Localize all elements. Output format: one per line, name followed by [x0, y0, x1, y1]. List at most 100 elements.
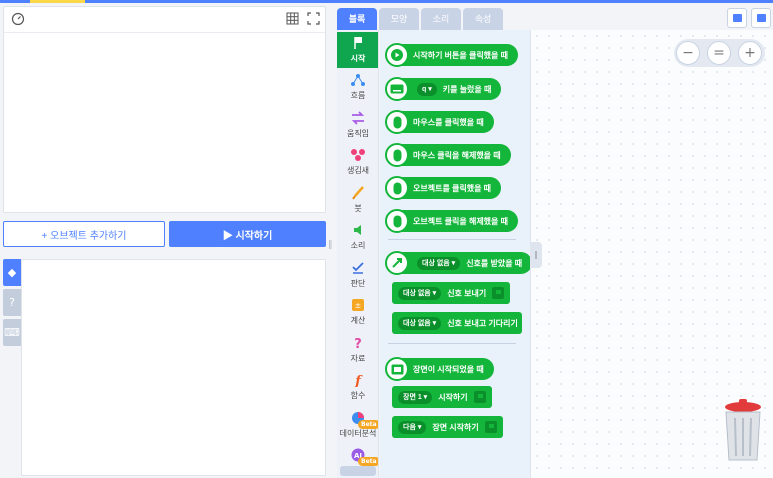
block-when-object-clicked[interactable]: 오브젝트를 클릭했을 때: [385, 176, 502, 200]
top-accent-bar: [0, 0, 773, 3]
top-accent-segment: [30, 0, 85, 3]
scene-icon: [385, 357, 409, 381]
mouse-icon: [385, 143, 409, 167]
block-palette[interactable]: 시작하기 버튼을 클릭했을 때 q ▾ 키를 눌렀을 때 마우스를 클릭했을 때…: [380, 30, 530, 478]
block-when-key-pressed[interactable]: q ▾ 키를 눌렀을 때: [385, 77, 502, 101]
help-icon[interactable]: ?: [3, 289, 21, 316]
block-when-object-released[interactable]: 오브젝트 클릭을 해제했을 때: [385, 209, 518, 233]
block-text: 장면 시작하기: [432, 422, 479, 432]
trash-can-icon[interactable]: [720, 398, 766, 464]
block-category-list: 시작 흐름 움직임 생김새 붓 소리 판단 ± 계산 ? 자료 f 함수 Bet…: [337, 30, 379, 478]
add-object-button[interactable]: + 오브젝트 추가하기: [3, 221, 165, 247]
category-label: 시작: [350, 54, 366, 63]
category-label: 소리: [350, 241, 366, 250]
comment-icon: [733, 14, 742, 22]
block-text: 마우스 클릭을 해제했을 때: [413, 150, 501, 160]
key-dropdown[interactable]: q ▾: [417, 82, 437, 96]
category-label: 생김새: [346, 166, 370, 175]
next-scene-dropdown-value: 다음: [403, 423, 416, 431]
block-when-mouse-released[interactable]: 마우스 클릭을 해제했을 때: [385, 143, 511, 167]
category-label: 흐름: [350, 91, 366, 100]
stage-panel[interactable]: [3, 6, 326, 213]
play-icon: [385, 43, 409, 67]
block-text: 오브젝트 클릭을 해제했을 때: [413, 216, 508, 226]
block-start-scene[interactable]: 장면 1 ▾ 시작하기: [392, 386, 492, 408]
category-sound[interactable]: 소리: [337, 219, 378, 255]
flag-icon: [492, 287, 505, 299]
mouse-icon: [385, 209, 409, 233]
tab-blocks[interactable]: 블록: [337, 8, 377, 30]
grid-icon[interactable]: [284, 12, 300, 28]
calculator-icon: ±: [352, 299, 364, 311]
block-when-scene-started[interactable]: 장면이 시작되었을 때: [385, 357, 494, 381]
svg-text:±: ±: [355, 301, 362, 310]
signal-dropdown[interactable]: 대상 없음 ▾: [417, 256, 461, 270]
block-text: 신호를 받았을 때: [466, 258, 523, 268]
category-scrollbar[interactable]: [340, 466, 376, 476]
category-label: 계산: [350, 316, 366, 325]
comment-button[interactable]: [727, 8, 747, 28]
next-scene-dropdown[interactable]: 다음 ▾: [398, 420, 427, 434]
tab-sounds[interactable]: 소리: [421, 8, 461, 30]
flag-icon: [484, 421, 497, 433]
mouse-icon: [385, 110, 409, 134]
block-send-signal-wait[interactable]: 대상 없음 ▾ 신호 보내고 기다리기: [392, 312, 522, 334]
category-flow[interactable]: 흐름: [337, 69, 378, 105]
keyboard-icon: [385, 77, 409, 101]
block-when-start-clicked[interactable]: 시작하기 버튼을 클릭했을 때: [385, 43, 518, 67]
category-judgement[interactable]: 판단: [337, 257, 378, 293]
scene-dropdown[interactable]: 장면 1 ▾: [398, 390, 433, 404]
app-root: + 오브젝트 추가하기 ▶ 시작하기 ‖ ◆ ? ⌨ 블록 모양 소리 속성 시…: [0, 0, 773, 478]
category-calculation[interactable]: ± 계산: [337, 294, 378, 330]
start-button[interactable]: ▶ 시작하기: [169, 221, 326, 247]
object-list-panel[interactable]: [21, 259, 326, 476]
panel-splitter-handle[interactable]: ‖: [328, 238, 333, 252]
block-send-signal[interactable]: 대상 없음 ▾ 신호 보내기: [392, 282, 511, 304]
category-label: 자료: [350, 354, 366, 363]
scene-dropdown-value: 장면 1: [403, 393, 422, 401]
block-start-next-scene[interactable]: 다음 ▾ 장면 시작하기: [392, 416, 503, 438]
palette-resize-handle[interactable]: ‖: [530, 242, 542, 268]
zoom-out-button[interactable]: −: [676, 41, 700, 65]
block-when-signal-received[interactable]: 대상 없음 ▾ 신호를 받았을 때: [385, 251, 530, 275]
category-motion[interactable]: 움직임: [337, 107, 378, 143]
zoom-in-button[interactable]: +: [738, 41, 762, 65]
flag-icon: [473, 391, 486, 403]
key-dropdown-value: q: [422, 85, 427, 93]
tab-properties[interactable]: 속성: [463, 8, 503, 30]
category-start[interactable]: 시작: [337, 32, 378, 68]
block-text: 신호 보내고 기다리기: [447, 318, 518, 328]
signal-dropdown[interactable]: 대상 없음 ▾: [398, 286, 442, 300]
object-icon[interactable]: ◆: [3, 259, 21, 286]
category-data[interactable]: ? 자료: [337, 332, 378, 368]
fullscreen-icon[interactable]: [305, 12, 321, 28]
block-text: 마우스를 클릭했을 때: [413, 117, 484, 127]
block-text: 키를 눌렀을 때: [442, 84, 492, 94]
category-looks[interactable]: 생김새: [337, 144, 378, 180]
palette-divider: [388, 239, 516, 240]
shapes-icon: [351, 149, 365, 161]
category-label: 움직임: [346, 129, 370, 138]
block-text: 장면이 시작되었을 때: [413, 364, 484, 374]
function-icon: f: [354, 374, 363, 387]
signal-dropdown[interactable]: 대상 없음 ▾: [398, 316, 442, 330]
block-text: 신호 보내기: [447, 288, 487, 298]
zoom-reset-button[interactable]: =: [707, 41, 731, 65]
category-data-analysis[interactable]: Beta 데이터분석: [337, 407, 378, 443]
mouse-icon: [385, 176, 409, 200]
category-function[interactable]: f 함수: [337, 369, 378, 405]
block-when-mouse-clicked[interactable]: 마우스를 클릭했을 때: [385, 110, 494, 134]
speaker-icon: [354, 225, 361, 235]
add-comment-button[interactable]: [751, 8, 771, 28]
flow-icon: [351, 74, 365, 86]
speedometer-icon[interactable]: [10, 12, 26, 28]
brush-icon: [352, 186, 364, 200]
svg-text:f: f: [354, 374, 363, 387]
keyboard-icon[interactable]: ⌨: [3, 319, 21, 346]
block-text: 오브젝트를 클릭했을 때: [413, 183, 492, 193]
svg-text:?: ?: [354, 337, 362, 350]
signal-dropdown-value: 대상 없음: [422, 259, 450, 267]
flag-icon: [354, 37, 362, 49]
category-brush[interactable]: 붓: [337, 182, 378, 218]
tab-shapes[interactable]: 모양: [379, 8, 419, 30]
